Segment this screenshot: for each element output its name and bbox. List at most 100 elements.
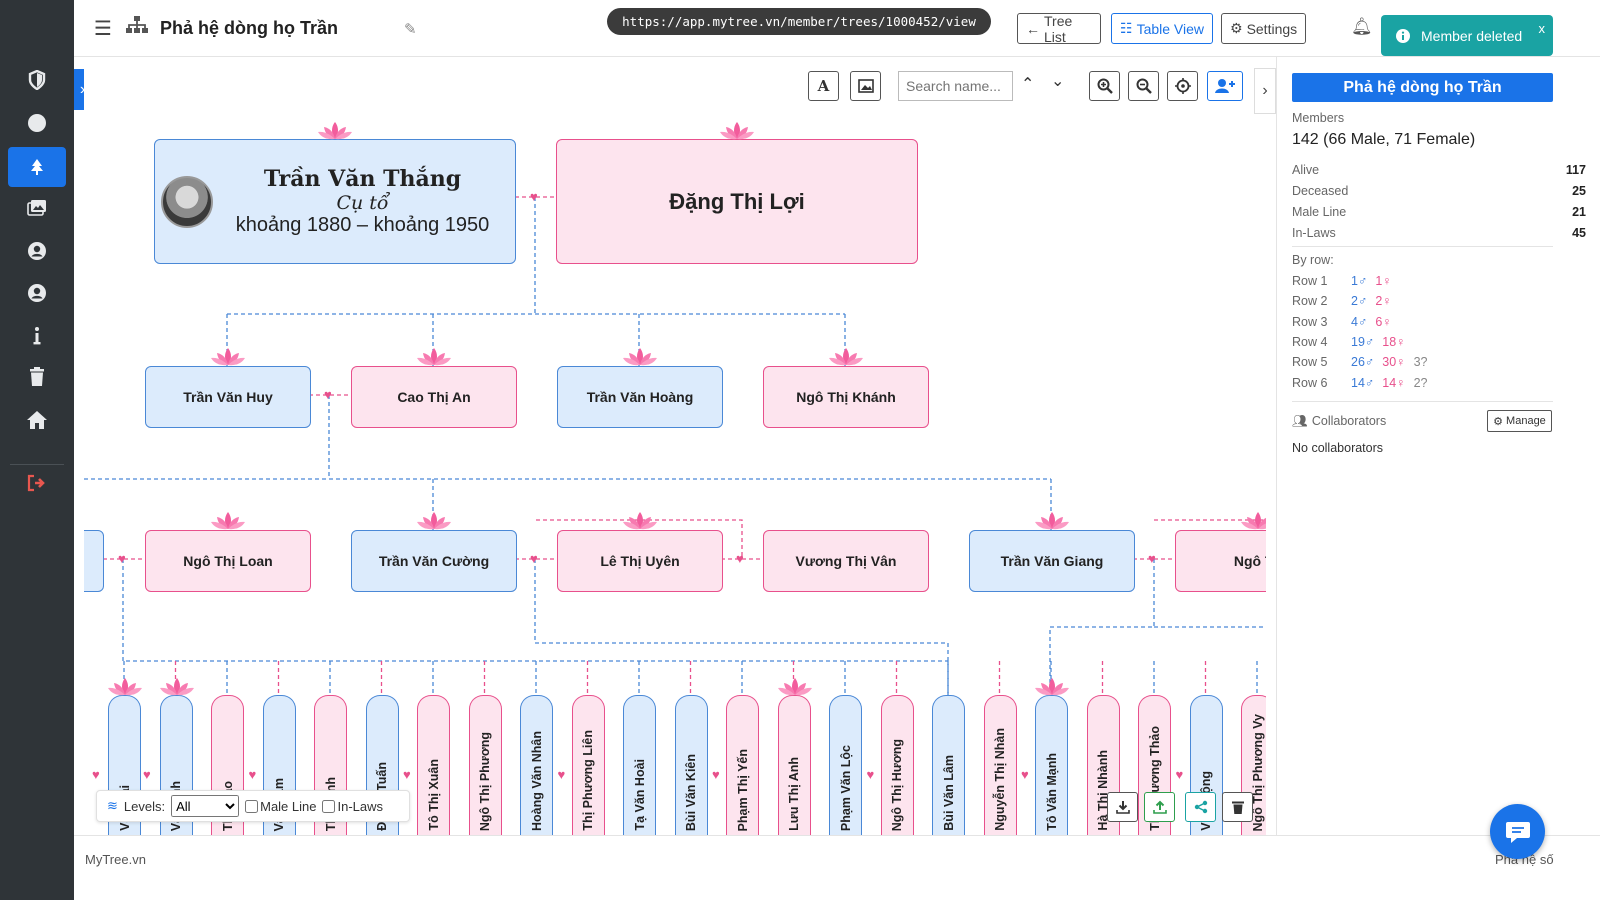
member-row2[interactable]: Ngô Thị Khánh — [763, 366, 929, 428]
member-name: Nguyễn Thị Nhàn — [993, 728, 1007, 831]
download-button[interactable] — [1107, 792, 1138, 822]
male-line-toggle[interactable]: Male Line — [245, 799, 316, 814]
search-name-input[interactable] — [898, 71, 1013, 101]
members-label: Members — [1292, 111, 1345, 125]
members-summary: 142 (66 Male, 71 Female) — [1292, 131, 1476, 148]
edit-title-icon[interactable]: ✎ — [404, 20, 417, 38]
member-row4[interactable]: Nguyễn Thị Nhàn — [983, 695, 1017, 835]
photos-icon[interactable] — [8, 188, 66, 228]
tree-nav-icon[interactable] — [8, 147, 66, 187]
row-count-m: 2♂ — [1351, 294, 1368, 309]
heart-icon: ♥ — [248, 767, 257, 782]
font-toggle-button[interactable]: A — [808, 71, 839, 101]
circle-icon[interactable] — [8, 103, 66, 143]
lotus-icon — [1033, 676, 1071, 698]
hamburger-menu-icon[interactable]: ☰ — [94, 16, 112, 41]
member-row4[interactable]: Ngô Thị Hương — [880, 695, 914, 835]
member-row4[interactable]: Phạm Văn Lộc — [829, 695, 862, 835]
member-name: Lưu Thị Anh — [787, 757, 801, 831]
member-row3[interactable]: Ngô Th — [1175, 530, 1266, 592]
member-name: Thị Phương Liên — [581, 730, 595, 831]
delete-button[interactable] — [1222, 792, 1253, 822]
member-row2[interactable]: Trần Văn Huy — [145, 366, 311, 428]
member-name: Phạm Văn Lộc — [838, 744, 853, 831]
in-laws-toggle[interactable]: In-Laws — [322, 799, 383, 814]
member-row4[interactable]: Tạ Văn Hoài — [623, 695, 656, 835]
collapse-panel-button[interactable]: › — [1254, 68, 1276, 114]
member-row3[interactable]: Ngô Thị Loan — [145, 530, 311, 592]
member-name: Hoàng Văn Nhân — [529, 730, 544, 831]
member-row4[interactable]: Thị Phương Liên — [571, 695, 605, 835]
lotus-icon — [718, 120, 756, 142]
settings-label: Settings — [1246, 20, 1298, 37]
user-circle-icon[interactable] — [8, 231, 66, 271]
row-label: Row 1 — [1292, 274, 1328, 288]
lotus-icon — [1033, 510, 1071, 532]
table-view-button[interactable]: ☷ Table View — [1111, 13, 1213, 44]
member-row3[interactable]: Lê Thị Uyên — [557, 530, 723, 592]
bell-icon[interactable]: 🔔︎ — [1351, 17, 1373, 37]
member-root-spouse[interactable]: Đặng Thị Lợi — [556, 139, 918, 264]
heart-icon: ♥ — [118, 551, 126, 566]
url-bar[interactable]: https://app.mytree.vn/member/trees/10004… — [607, 8, 991, 35]
heart-icon: ♥ — [92, 767, 100, 782]
row-count-f: 18♀ — [1382, 334, 1406, 349]
in-laws-checkbox[interactable] — [322, 799, 336, 813]
logout-icon[interactable] — [8, 463, 66, 503]
member-row2[interactable]: Cao Thị An — [351, 366, 517, 428]
member-row4[interactable]: Bùi Văn Lâm — [932, 695, 965, 835]
levels-filter: ≋ Levels: All Male Line In-Laws — [96, 790, 410, 822]
toast-close-button[interactable]: x — [1539, 21, 1546, 36]
chevron-down-icon[interactable]: ⌄ — [1051, 71, 1064, 91]
member-row4[interactable]: Tô Văn Mạnh — [1035, 695, 1068, 835]
member-row4[interactable]: Hoàng Văn Nhân — [520, 695, 553, 835]
add-member-button[interactable] — [1207, 71, 1243, 101]
trash-icon[interactable] — [8, 357, 66, 397]
panel-title-button[interactable]: Phả hệ dòng họ Trần — [1292, 73, 1553, 102]
member-name: Vương Thị Vân — [795, 553, 897, 569]
levels-select[interactable]: All — [171, 795, 240, 817]
manage-collaborators-button[interactable]: ⚙ Manage — [1487, 410, 1552, 432]
member-name: Tô Thị Xuân — [426, 759, 441, 831]
toast-notification: Member deleted x — [1381, 15, 1553, 56]
home-icon[interactable] — [8, 400, 66, 440]
zoom-out-button[interactable] — [1128, 71, 1159, 101]
lotus-icon — [827, 346, 865, 368]
member-row3-partial[interactable] — [84, 530, 104, 592]
member-name: Trần Văn Giang — [1000, 553, 1104, 569]
image-toggle-button[interactable] — [850, 71, 881, 101]
male-line-checkbox[interactable] — [245, 799, 259, 813]
profile-icon[interactable] — [8, 273, 66, 313]
tree-canvas[interactable]: Trần Văn Thắng Cụ tổ khoảng 1880 – khoảng … — [84, 57, 1266, 835]
upload-button[interactable] — [1144, 792, 1175, 822]
member-row4[interactable]: Ngô Thị Phương — [468, 695, 502, 835]
row-count-f: 6♀ — [1375, 314, 1392, 329]
row-count-m: 26♂ — [1351, 355, 1375, 370]
member-row4[interactable]: Phạm Thị Yến — [726, 695, 759, 835]
tree-list-button[interactable]: ← Tree List — [1017, 13, 1101, 45]
member-name: Đặng Thị Lợi — [669, 188, 805, 214]
member-row3[interactable]: Vương Thị Vân — [763, 530, 929, 592]
stat-label: In-Laws — [1292, 226, 1336, 240]
center-target-button[interactable] — [1167, 71, 1198, 101]
shield-icon[interactable] — [8, 60, 66, 100]
member-name: Ngô Thị Phương — [478, 731, 492, 831]
member-row2[interactable]: Trần Văn Hoàng — [557, 366, 723, 428]
member-row3[interactable]: Trần Văn Giang — [969, 530, 1135, 592]
member-row3[interactable]: Trần Văn Cường — [351, 530, 517, 592]
chat-button[interactable] — [1490, 804, 1545, 859]
row-label: Row 3 — [1292, 314, 1328, 329]
info-icon[interactable] — [8, 316, 66, 356]
manage-label: Manage — [1506, 415, 1546, 427]
member-row4[interactable]: Tô Thị Xuân — [417, 695, 450, 835]
toast-message: Member deleted — [1421, 27, 1523, 44]
share-button[interactable] — [1185, 792, 1216, 822]
member-root[interactable]: Trần Văn Thắng Cụ tổ khoảng 1880 – khoảng … — [154, 139, 516, 264]
member-row4[interactable]: Lưu Thị Anh — [777, 695, 811, 835]
settings-button[interactable]: ⚙ Settings — [1221, 13, 1306, 44]
chevron-up-icon[interactable]: ⌃ — [1021, 74, 1034, 94]
zoom-in-button[interactable] — [1089, 71, 1120, 101]
member-row4[interactable]: Bùi Văn Kiên — [674, 695, 708, 835]
collaborators-heading: 👥︎ Collaborators — [1292, 414, 1386, 429]
by-row-label: By row: — [1292, 253, 1334, 267]
